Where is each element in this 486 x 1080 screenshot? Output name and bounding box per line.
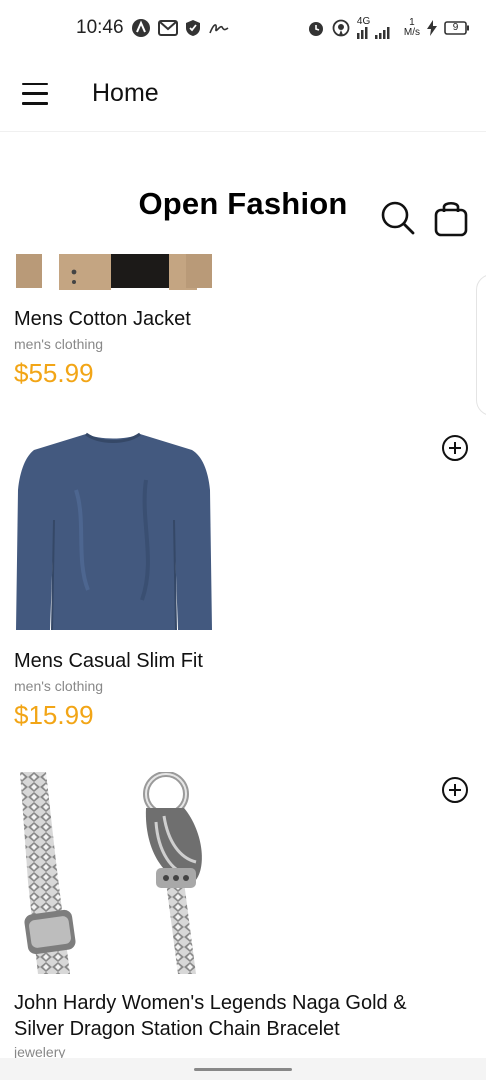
status-left: 10:46 <box>76 17 230 39</box>
product-price: $55.99 <box>14 358 94 388</box>
jacket-image[interactable] <box>16 254 212 290</box>
signal-icon: 4G <box>356 16 397 39</box>
product-name: Mens Cotton Jacket <box>14 308 191 330</box>
add-to-cart-icon[interactable] <box>441 434 469 462</box>
product-name: John Hardy Women's Legends Naga Gold & S… <box>14 992 407 1040</box>
product-card[interactable]: John Hardy Women's Legends Naga Gold & S… <box>0 772 486 1059</box>
battery-level: 9 <box>452 22 459 33</box>
status-bar: 10:46 4G 1 M/s 9 <box>0 0 486 56</box>
home-indicator[interactable] <box>194 1068 292 1071</box>
edge-panel-handle[interactable] <box>476 274 486 416</box>
search-icon[interactable] <box>380 200 416 236</box>
battery-icon: 9 <box>444 21 470 35</box>
alarm-icon <box>307 19 325 37</box>
add-to-cart-icon[interactable] <box>441 776 469 804</box>
product-name: Mens Casual Slim Fit <box>14 650 203 672</box>
product-category: men's clothing <box>14 336 104 352</box>
product-card[interactable]: Mens Cotton Jacket men's clothing $55.99 <box>0 254 486 404</box>
product-category: jewelery <box>14 1044 66 1059</box>
long-sleeve-shirt-image[interactable] <box>16 430 212 632</box>
hamburger-menu-icon[interactable] <box>22 82 48 105</box>
signature-icon <box>208 21 230 35</box>
auto-icon <box>131 18 151 38</box>
shield-icon <box>185 19 201 37</box>
speed-indicator: 1 M/s <box>404 18 420 38</box>
charging-icon <box>427 20 437 36</box>
navigation-bar <box>0 1058 486 1080</box>
product-price: $15.99 <box>14 700 94 730</box>
status-time: 10:46 <box>76 17 124 38</box>
app-bar: Home <box>0 56 486 132</box>
status-right: 4G 1 M/s 9 <box>307 17 470 39</box>
speed-unit: M/s <box>403 27 420 38</box>
hotspot-icon <box>332 19 350 37</box>
page-title: Home <box>92 79 159 107</box>
product-card[interactable]: Mens Casual Slim Fit men's clothing $15.… <box>0 430 486 750</box>
network-type: 4G <box>356 16 371 27</box>
shopping-bag-icon[interactable] <box>432 198 470 238</box>
product-list: Mens Cotton Jacket men's clothing $55.99… <box>0 254 486 1059</box>
product-category: men's clothing <box>14 678 104 694</box>
bracelet-image[interactable] <box>16 772 212 974</box>
gmail-icon <box>157 20 178 36</box>
